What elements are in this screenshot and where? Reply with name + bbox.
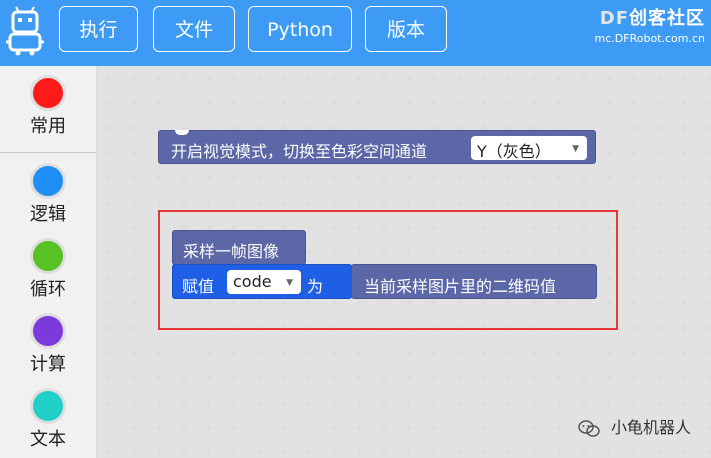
brand-title-suffix: 创客社区 bbox=[629, 8, 705, 29]
block-workspace[interactable]: 开启视觉模式，切换至色彩空间通道 Y（灰色） ▼ 采样一帧图像 赋值 code … bbox=[97, 66, 711, 458]
category-text-dot bbox=[33, 391, 63, 421]
brand-title: DF创客社区 bbox=[595, 4, 705, 30]
top-toolbar: 执行 文件 Python 版本 DF创客社区 mc.DFRobot.com.cn bbox=[0, 0, 711, 66]
category-loop-dot bbox=[33, 241, 63, 271]
brand-url: mc.DFRobot.com.cn bbox=[594, 32, 705, 45]
category-common-dot bbox=[33, 78, 63, 108]
run-button[interactable]: 执行 bbox=[59, 6, 138, 52]
sidebar-divider bbox=[0, 152, 96, 153]
dropdown-arrow-icon: ▼ bbox=[572, 144, 579, 154]
category-logic[interactable]: 逻辑 bbox=[0, 166, 96, 226]
qr-code-value-label: 当前采样图片里的二维码值 bbox=[364, 277, 557, 296]
variable-dropdown[interactable]: code ▼ bbox=[227, 270, 301, 294]
dropdown-arrow-icon: ▼ bbox=[286, 278, 293, 288]
category-logic-dot bbox=[33, 166, 63, 196]
qr-code-value-block[interactable]: 当前采样图片里的二维码值 bbox=[351, 264, 597, 299]
assign-prefix-label: 赋值 bbox=[182, 277, 215, 296]
category-math[interactable]: 计算 bbox=[0, 316, 96, 376]
version-button[interactable]: 版本 bbox=[365, 6, 447, 52]
assign-suffix-label: 为 bbox=[307, 277, 324, 296]
color-channel-value: Y（灰色） bbox=[477, 142, 551, 161]
category-loop-label: 循环 bbox=[30, 279, 66, 300]
file-button[interactable]: 文件 bbox=[153, 6, 235, 52]
wechat-icon bbox=[578, 419, 600, 437]
category-text[interactable]: 文本 bbox=[0, 391, 96, 451]
category-math-label: 计算 bbox=[30, 354, 66, 375]
wechat-watermark: 小龟机器人 bbox=[578, 414, 691, 438]
category-math-dot bbox=[33, 316, 63, 346]
block-notch bbox=[175, 130, 189, 135]
category-loop[interactable]: 循环 bbox=[0, 241, 96, 301]
robot-logo-icon bbox=[6, 6, 44, 56]
category-common-label: 常用 bbox=[30, 116, 66, 137]
watermark-text: 小龟机器人 bbox=[610, 418, 691, 437]
vision-mode-label: 开启视觉模式，切换至色彩空间通道 bbox=[171, 142, 428, 161]
sample-frame-label: 采样一帧图像 bbox=[183, 242, 280, 261]
category-logic-label: 逻辑 bbox=[30, 204, 66, 225]
brand-title-prefix: DF bbox=[599, 8, 629, 29]
category-common[interactable]: 常用 bbox=[0, 78, 96, 138]
python-button[interactable]: Python bbox=[248, 6, 352, 52]
assign-variable-block[interactable]: 赋值 code ▼ 为 bbox=[172, 264, 352, 299]
category-text-label: 文本 bbox=[30, 429, 66, 450]
vision-mode-block[interactable]: 开启视觉模式，切换至色彩空间通道 Y（灰色） ▼ bbox=[158, 130, 596, 164]
brand-watermark: DF创客社区 mc.DFRobot.com.cn bbox=[595, 4, 705, 45]
color-channel-dropdown[interactable]: Y（灰色） ▼ bbox=[471, 136, 587, 161]
sample-frame-block[interactable]: 采样一帧图像 bbox=[172, 230, 306, 265]
category-sidebar: 常用 逻辑 循环 计算 文本 bbox=[0, 66, 97, 458]
variable-value: code bbox=[233, 272, 272, 291]
